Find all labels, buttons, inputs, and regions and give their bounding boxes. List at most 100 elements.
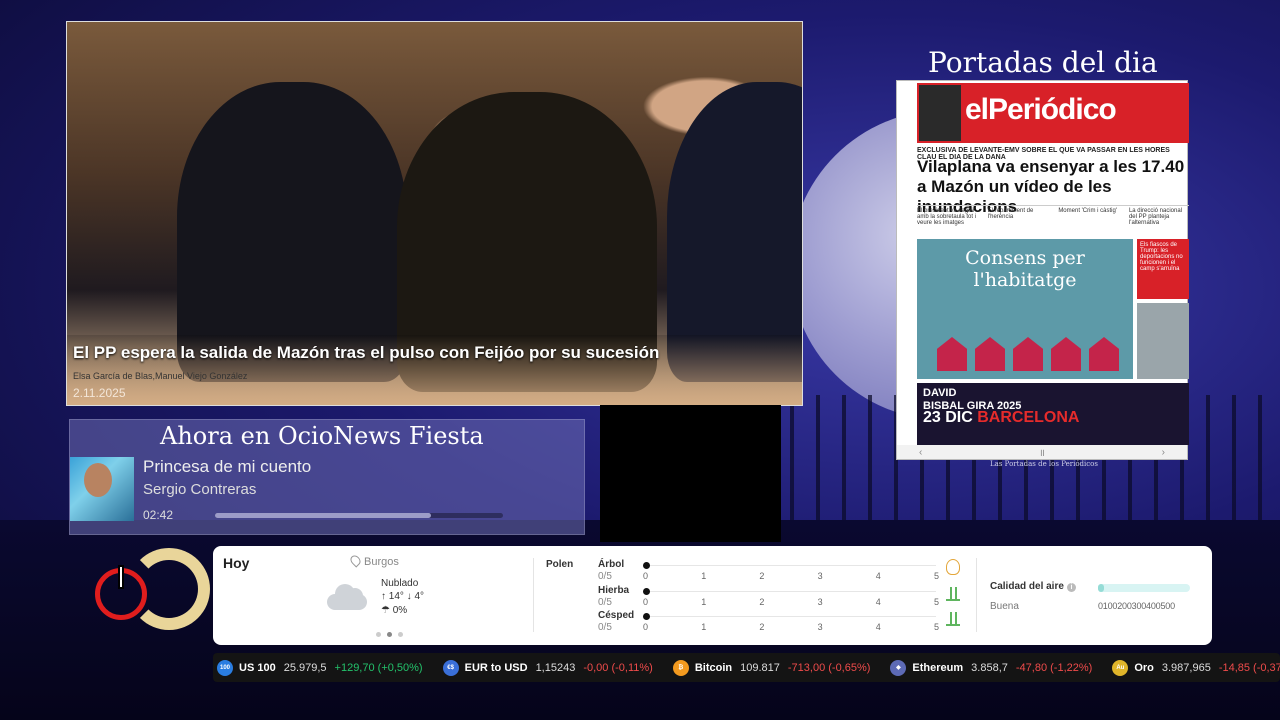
pager-dot[interactable] — [376, 632, 381, 637]
ticker-name: Ethereum — [912, 661, 964, 674]
ticker-item[interactable]: 100 US 100 25.979,5 +129,70 (+0,50%) — [213, 659, 423, 676]
next-arrow-icon[interactable]: › — [1162, 447, 1165, 458]
weather-day: Hoy — [223, 555, 250, 571]
divider — [533, 558, 534, 632]
now-playing-panel: Ahora en OcioNews Fiesta Princesa de mi … — [69, 419, 585, 535]
air-quality-bar — [1098, 584, 1190, 592]
pager-dot[interactable] — [398, 632, 403, 637]
portadas-title: Portadas del dia — [928, 46, 1158, 79]
now-playing-title: Ahora en OcioNews Fiesta — [160, 422, 484, 450]
news-card[interactable]: El PP espera la salida de Mazón tras el … — [66, 21, 803, 406]
weather-pager[interactable] — [376, 632, 403, 637]
ticker-name: Bitcoin — [694, 661, 733, 674]
ad-date: 23 DIC BARCELONA — [923, 409, 1080, 426]
cloud-icon — [323, 582, 369, 610]
ticker-value: 109.817 — [740, 661, 780, 674]
newspaper-ad: DAVID BISBAL GIRA 2025 23 DIC BARCELONA — [917, 383, 1189, 445]
ticker-symbol-icon: 100 — [217, 659, 233, 676]
album-cover — [70, 457, 134, 521]
air-quality-label: Calidad del aire i — [990, 581, 1076, 592]
polen-row: Árbol 0/5 012345 — [598, 559, 960, 582]
ticker-item[interactable]: €$ EUR to USD 1,15243 -0,00 (-0,11%) — [439, 659, 653, 676]
song-artist: Sergio Contreras — [143, 481, 257, 498]
polen-name: Árbol — [598, 559, 625, 570]
ticker-name: Oro — [1134, 661, 1154, 674]
ticker-name: US 100 — [239, 661, 276, 674]
video-placeholder — [600, 405, 781, 542]
ticker-symbol-icon: ₿ — [672, 659, 689, 676]
ticker-symbol-icon: Au — [1112, 659, 1129, 676]
ticker-item[interactable]: ◆ Ethereum 3.858,7 -47,80 (-1,22%) — [886, 659, 1092, 676]
pager-dot[interactable] — [387, 632, 392, 637]
news-caption: El PP espera la salida de Mazón tras el … — [67, 335, 802, 405]
polen-score: 0/5 — [598, 622, 612, 633]
weather-rain: ☂ 0% — [381, 605, 408, 616]
weather-location: Burgos — [348, 553, 399, 568]
newspaper-masthead: elPeriódico — [917, 83, 1189, 143]
news-date: 2.11.2025 — [73, 386, 126, 400]
polen-score: 0/5 — [598, 597, 612, 608]
song-progress-fill — [215, 513, 431, 518]
tree-icon — [946, 559, 960, 575]
polen-score: 0/5 — [598, 571, 612, 582]
polen-marker — [643, 588, 650, 595]
info-icon[interactable]: i — [1066, 583, 1076, 592]
ticker-item[interactable]: ₿ Bitcoin 109.817 -713,00 (-0,65%) — [669, 659, 871, 676]
song-progress-bar — [215, 513, 503, 518]
newspaper-subhead: La direcció nacional del PP planteja l'a… — [1128, 208, 1183, 226]
newspaper-side-image — [1137, 303, 1189, 379]
newspaper-subheads: El president va seguir amb la sobretaula… — [917, 205, 1189, 229]
polen-scale: 012345 — [643, 571, 939, 581]
weather-widget: Hoy Burgos Nublado ↑ 14° ↓ 4° ☂ 0% Polen… — [213, 546, 1212, 645]
ticker-symbol-icon: €$ — [442, 659, 459, 676]
song-title: Princesa de mi cuento — [143, 457, 312, 476]
masthead-photo — [919, 85, 961, 141]
ticker-item[interactable]: Au Oro 3.987,965 -14,85 (-0,37%) — [1108, 659, 1280, 676]
polen-scale: 012345 — [643, 622, 939, 632]
ticker-change: +129,70 (+0,50%) — [334, 661, 423, 674]
news-authors: Elsa García de Blas,Manuel Viejo Gonzále… — [73, 371, 248, 381]
polen-marker — [643, 613, 650, 620]
feature-title: Consens per l'habitatge — [965, 247, 1085, 291]
divider — [976, 558, 977, 632]
lawn-icon — [946, 610, 960, 626]
feature-houses — [937, 337, 1119, 371]
ticker-change: -14,85 (-0,37%) — [1218, 661, 1280, 674]
portadas-panel: Portadas del dia elPeriódico EXCLUSIVA D… — [876, 30, 1206, 495]
newspaper-side-story: Els fiascos de Trump: les deportacions n… — [1137, 239, 1189, 299]
polen-row: Hierba 0/5 012345 — [598, 585, 960, 608]
ticker-value: 25.979,5 — [283, 661, 327, 674]
newspaper-logo: elPeriódico — [965, 93, 1117, 126]
location-pin-icon — [348, 553, 363, 568]
prev-arrow-icon[interactable]: ‹ — [919, 447, 922, 458]
air-quality-status: Buena — [990, 601, 1019, 612]
portadas-footer: Las Portadas de los Periódicos — [990, 460, 1098, 468]
polen-marker — [643, 562, 650, 569]
polen-name: Hierba — [598, 585, 630, 596]
newspaper-subhead: El president va seguir amb la sobretaula… — [917, 208, 977, 226]
polen-label: Polen — [546, 559, 574, 570]
ticker-value: 1,15243 — [535, 661, 576, 674]
ticker-change: -0,00 (-0,11%) — [583, 661, 653, 674]
polen-scale: 012345 — [643, 597, 939, 607]
air-quality-scale: 0100200300400500 — [1098, 601, 1175, 611]
song-time: 02:42 — [143, 508, 174, 522]
ticker-value: 3.858,7 — [971, 661, 1008, 674]
air-quality-marker — [1098, 584, 1104, 592]
newspaper-feature: Consens per l'habitatge — [917, 239, 1133, 379]
ticker-change: -713,00 (-0,65%) — [787, 661, 871, 674]
newspaper-subhead: El repartiment de l'herència — [987, 208, 1034, 220]
ticker-value: 3.987,965 — [1161, 661, 1211, 674]
newspaper-subhead: Moment 'Crim i càstig' — [1058, 208, 1117, 214]
grass-icon — [946, 585, 960, 601]
newspaper-cover[interactable]: elPeriódico EXCLUSIVA DE LEVANTE-EMV SOB… — [896, 80, 1189, 460]
ticker-name: EUR to USD — [464, 661, 528, 674]
weather-condition: Nublado — [381, 578, 419, 589]
cover-nav: ‹ ॥ › — [897, 445, 1187, 459]
polen-name: Césped — [598, 610, 635, 621]
polen-row: Césped 0/5 012345 — [598, 610, 960, 633]
weather-temps: ↑ 14° ↓ 4° — [381, 591, 425, 602]
pause-icon[interactable]: ॥ — [1039, 445, 1045, 459]
news-headline[interactable]: El PP espera la salida de Mazón tras el … — [73, 343, 796, 363]
market-ticker: 100 US 100 25.979,5 +129,70 (+0,50%) €$ EUR t… — [213, 653, 1280, 682]
